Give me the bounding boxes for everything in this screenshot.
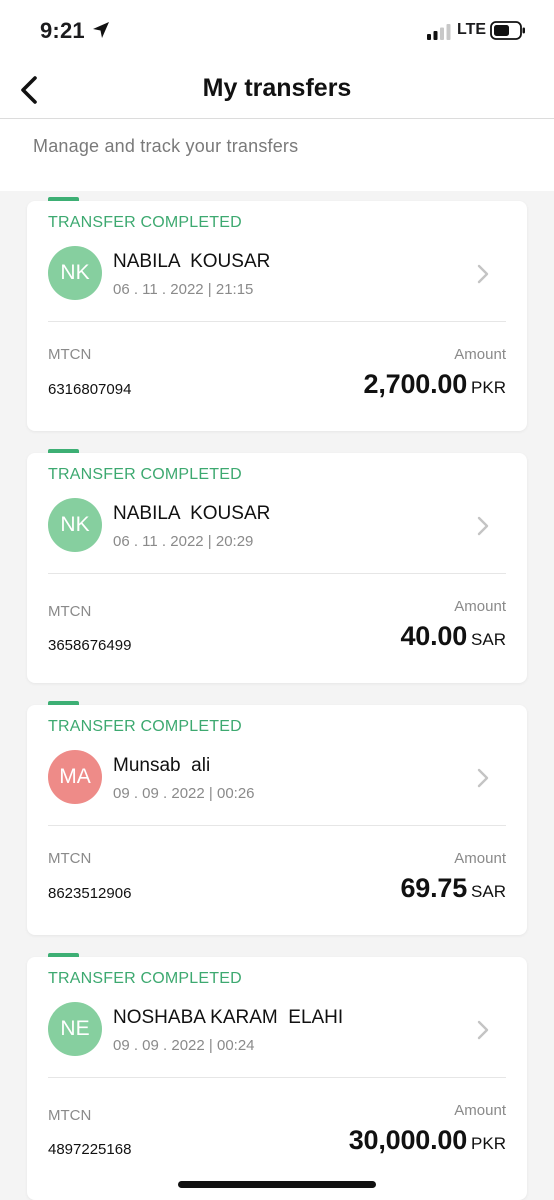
transfer-status: TRANSFER COMPLETED xyxy=(48,466,242,483)
card-divider xyxy=(48,1077,506,1078)
mtcn-value: 8623512906 xyxy=(48,885,132,902)
recipient-avatar: NK xyxy=(48,246,102,300)
transfer-card[interactable]: TRANSFER COMPLETED MA Munsab ali 09 . 09… xyxy=(27,701,527,935)
page-subtitle: Manage and track your transfers xyxy=(33,136,299,156)
signal-icon xyxy=(427,24,451,40)
transfer-status: TRANSFER COMPLETED xyxy=(48,970,242,987)
amount-row: 2,700.00 PKR xyxy=(364,369,506,400)
location-arrow-icon xyxy=(93,22,109,38)
amount-row: 30,000.00 PKR xyxy=(349,1125,506,1156)
recipient-name: NABILA KOUSAR xyxy=(113,503,271,524)
transfer-card[interactable]: TRANSFER COMPLETED NK NABILA KOUSAR 06 .… xyxy=(27,449,527,683)
mtcn-value: 4897225168 xyxy=(48,1141,132,1158)
amount-label: Amount xyxy=(454,346,506,363)
home-indicator[interactable] xyxy=(178,1181,376,1188)
network-label: LTE xyxy=(457,21,487,38)
card-accent-tab xyxy=(48,197,79,201)
amount-value: 40.00 xyxy=(400,621,468,651)
amount-value: 30,000.00 xyxy=(348,1125,468,1155)
card-divider xyxy=(48,825,506,826)
chevron-right-icon[interactable] xyxy=(476,767,490,789)
transfer-card[interactable]: TRANSFER COMPLETED NE NOSHABA KARAM ELAH… xyxy=(27,953,527,1200)
amount-row: 40.00 SAR xyxy=(400,621,506,652)
recipient-avatar: NK xyxy=(48,498,102,552)
screen: 9:21 LTE My transfers Manage and track y… xyxy=(0,0,554,1200)
amount-label: Amount xyxy=(454,598,506,615)
mtcn-label: MTCN xyxy=(48,1107,92,1124)
recipient-name: NABILA KOUSAR xyxy=(113,251,271,272)
card-accent-tab xyxy=(48,449,79,453)
transfer-date: 06 . 11 . 2022 | 20:29 xyxy=(113,533,254,550)
transfer-status: TRANSFER COMPLETED xyxy=(48,718,242,735)
card-divider xyxy=(48,321,506,322)
recipient-avatar: NE xyxy=(48,1002,102,1056)
amount-label: Amount xyxy=(454,1102,506,1119)
transfer-card[interactable]: TRANSFER COMPLETED NK NABILA KOUSAR 06 .… xyxy=(27,197,527,431)
card-accent-tab xyxy=(48,701,79,705)
amount-row: 69.75 SAR xyxy=(400,873,506,904)
transfer-status: TRANSFER COMPLETED xyxy=(48,214,242,231)
recipient-avatar: MA xyxy=(48,750,102,804)
mtcn-label: MTCN xyxy=(48,346,92,363)
nav-header: My transfers xyxy=(0,60,554,119)
battery-icon xyxy=(490,21,525,40)
chevron-right-icon[interactable] xyxy=(476,1019,490,1041)
status-bar: 9:21 LTE xyxy=(0,0,554,60)
chevron-right-icon[interactable] xyxy=(476,515,490,537)
subtitle-section: Manage and track your transfers xyxy=(0,119,554,191)
card-accent-tab xyxy=(48,953,79,957)
mtcn-value: 3658676499 xyxy=(48,637,132,654)
page-title: My transfers xyxy=(202,74,352,102)
mtcn-label: MTCN xyxy=(48,603,92,620)
currency-code: PKR xyxy=(471,378,506,397)
recipient-name: Munsab ali xyxy=(113,755,211,776)
currency-code: PKR xyxy=(471,1134,506,1153)
mtcn-value: 6316807094 xyxy=(48,381,132,398)
currency-code: SAR xyxy=(471,882,506,901)
status-time: 9:21 xyxy=(40,18,85,43)
currency-code: SAR xyxy=(471,630,506,649)
recipient-name: NOSHABA KARAM ELAHI xyxy=(113,1007,344,1028)
transfer-date: 09 . 09 . 2022 | 00:26 xyxy=(113,785,255,802)
amount-value: 2,700.00 xyxy=(363,369,468,399)
amount-value: 69.75 xyxy=(400,873,468,903)
transfer-date: 06 . 11 . 2022 | 21:15 xyxy=(113,281,254,298)
chevron-right-icon[interactable] xyxy=(476,263,490,285)
mtcn-label: MTCN xyxy=(48,850,92,867)
card-divider xyxy=(48,573,506,574)
amount-label: Amount xyxy=(454,850,506,867)
transfer-date: 09 . 09 . 2022 | 00:24 xyxy=(113,1037,255,1054)
